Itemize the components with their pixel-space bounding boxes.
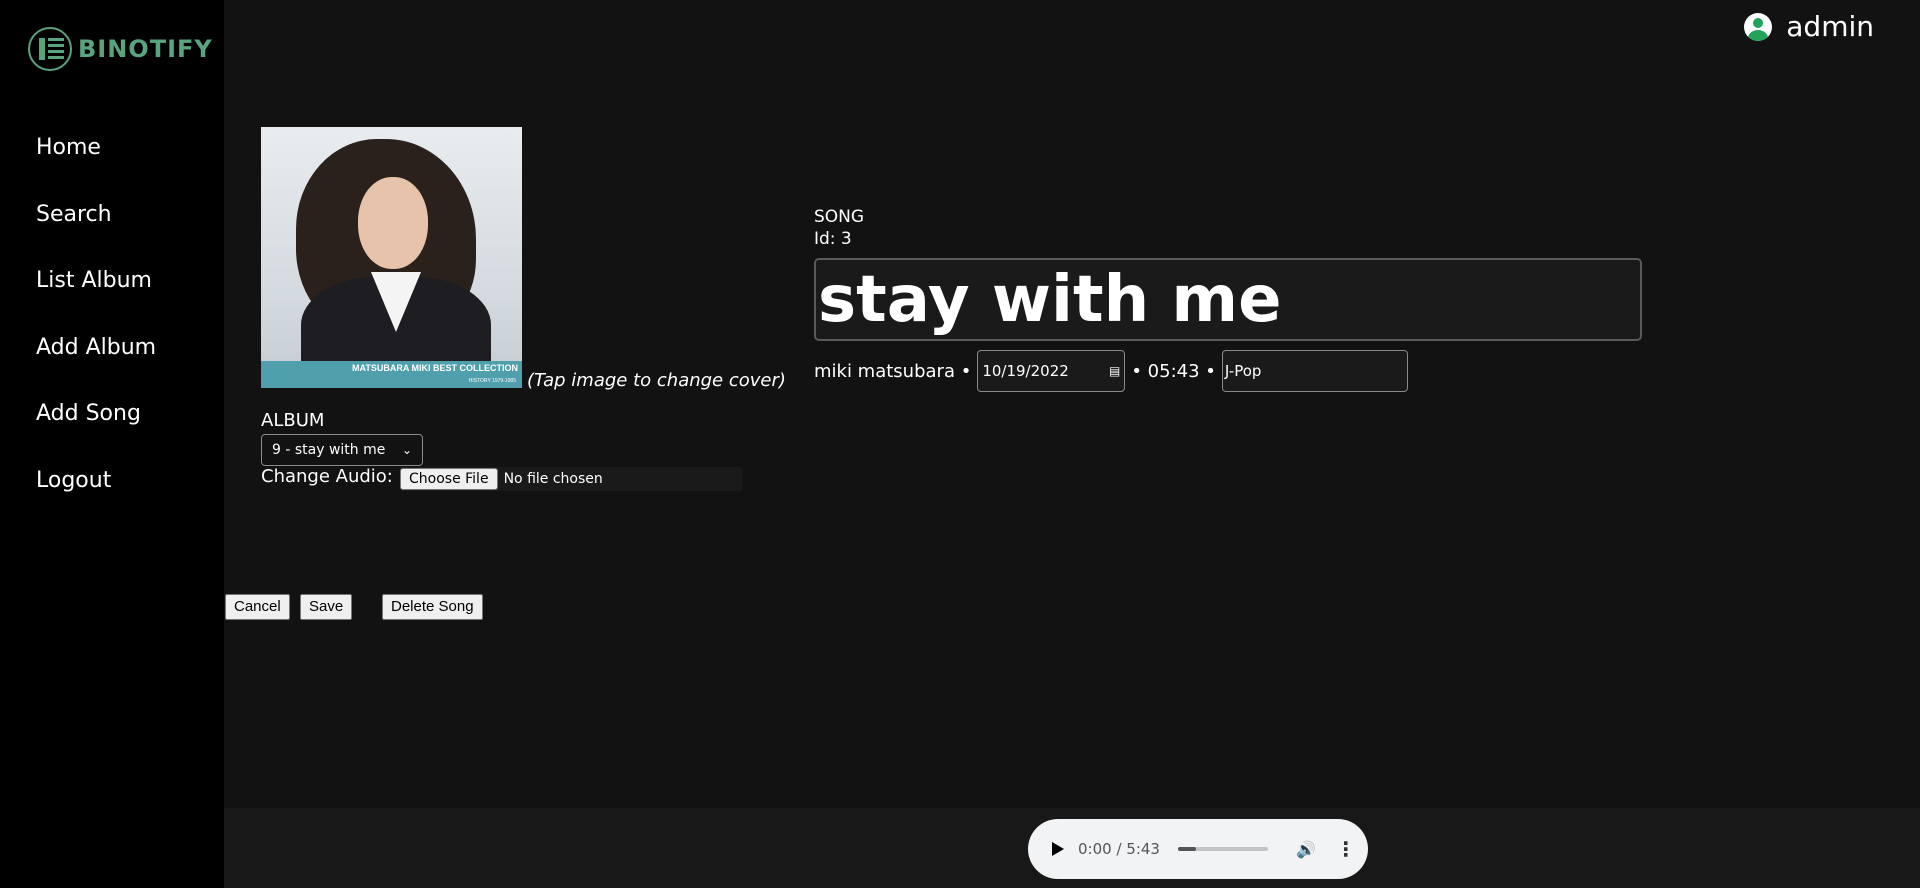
change-audio-label: Change Audio:: [261, 466, 393, 487]
cover-title-text: MATSUBARA MIKI BEST COLLECTION: [352, 363, 518, 373]
sidebar-item-home[interactable]: Home: [36, 130, 156, 197]
separator-dot: •: [1199, 360, 1216, 382]
seek-bar[interactable]: [1177, 847, 1268, 851]
cancel-button[interactable]: Cancel: [225, 594, 290, 620]
save-button[interactable]: Save: [300, 594, 353, 620]
duration: 05:43: [1147, 360, 1200, 382]
album-select-value: 9 - stay with me: [272, 442, 386, 458]
logo-text: BINOTIFY: [78, 35, 213, 63]
sidebar-item-add-album[interactable]: Add Album: [36, 330, 156, 397]
sidebar-item-list-album[interactable]: List Album: [36, 263, 156, 330]
genre-input[interactable]: J-Pop: [1221, 350, 1408, 392]
sidebar-item-logout[interactable]: Logout: [36, 463, 156, 530]
user-name: admin: [1786, 10, 1874, 43]
user-avatar-icon: [1744, 12, 1773, 41]
chevron-down-icon: ⌄: [401, 443, 412, 457]
song-header: SONG Id: 3: [814, 206, 864, 250]
user-menu[interactable]: admin: [1744, 10, 1874, 43]
cover-subtitle-text: HISTORY 1979-1985: [468, 378, 516, 384]
cover-hint: (Tap image to change cover): [527, 370, 786, 391]
separator-dot: •: [1131, 360, 1148, 382]
sidebar-item-add-song[interactable]: Add Song: [36, 396, 156, 463]
more-options-icon[interactable]: ⋮: [1336, 837, 1356, 861]
player-bar: 0:00 / 5:43 🔊 ⋮: [224, 808, 1920, 888]
main-content: admin MATSUBARA MIKI BEST COLLECTION HIS…: [224, 0, 1920, 808]
audio-file-input[interactable]: Choose File No file chosen: [400, 467, 742, 491]
player-time: 0:00 / 5:43: [1078, 840, 1160, 858]
audio-player[interactable]: 0:00 / 5:43 🔊 ⋮: [1028, 819, 1368, 879]
song-meta: miki matsubara • 10/19/2022 ▤ • 05:43 • …: [814, 350, 1408, 392]
sidebar-nav: Home Search List Album Add Album Add Son…: [36, 130, 156, 529]
logo-icon: [28, 27, 72, 71]
album-label: ALBUM: [261, 410, 325, 431]
delete-song-button[interactable]: Delete Song: [382, 594, 483, 620]
calendar-icon[interactable]: ▤: [1109, 364, 1120, 378]
sidebar-item-search[interactable]: Search: [36, 197, 156, 264]
song-id-label: Id: 3: [814, 229, 852, 249]
sidebar: BINOTIFY Home Search List Album Add Albu…: [0, 0, 224, 888]
release-date-value: 10/19/2022: [982, 362, 1069, 380]
album-cover-image[interactable]: MATSUBARA MIKI BEST COLLECTION HISTORY 1…: [261, 127, 522, 388]
seek-bar-fill: [1177, 847, 1196, 851]
file-status: No file chosen: [503, 471, 603, 487]
separator-dot: •: [954, 360, 972, 382]
release-date-input[interactable]: 10/19/2022 ▤: [977, 350, 1126, 392]
logo[interactable]: BINOTIFY: [28, 27, 213, 71]
play-icon[interactable]: [1052, 842, 1064, 856]
artist-name: miki matsubara: [814, 360, 955, 382]
song-title-input[interactable]: stay with me: [814, 258, 1642, 341]
song-type-label: SONG: [814, 207, 865, 227]
volume-icon[interactable]: 🔊: [1296, 840, 1316, 859]
choose-file-button[interactable]: Choose File: [400, 468, 498, 490]
album-select[interactable]: 9 - stay with me ⌄: [261, 434, 423, 466]
